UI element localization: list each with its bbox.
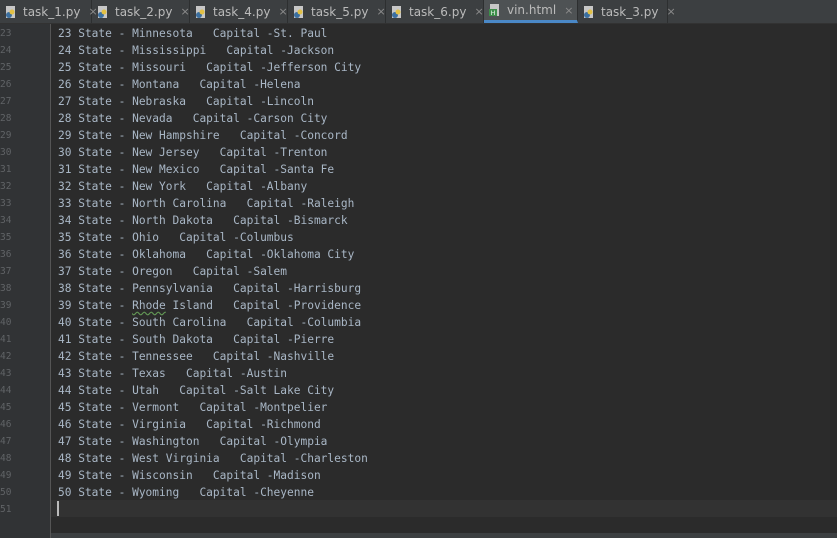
text-caret	[57, 501, 59, 516]
code-line[interactable]: 36 State - Oklahoma Capital -Oklahoma Ci…	[58, 246, 354, 263]
line-number: 43	[0, 368, 12, 379]
line-number: 44	[0, 385, 12, 396]
line-number: 45	[0, 402, 12, 413]
horizontal-scrollbar[interactable]	[51, 533, 837, 538]
line-number: 48	[0, 453, 12, 464]
code-line[interactable]: 31 State - New Mexico Capital -Santa Fe	[58, 161, 334, 178]
tab-label: task_5.py	[311, 4, 369, 19]
code-line[interactable]: 45 State - Vermont Capital -Montpelier	[58, 399, 327, 416]
python-file-icon	[98, 5, 107, 18]
tab-task-5-py[interactable]: task_5.py ×	[288, 0, 386, 23]
python-file-icon	[392, 5, 401, 18]
code-line[interactable]: 28 State - Nevada Capital -Carson City	[58, 110, 327, 127]
line-number: 47	[0, 436, 12, 447]
close-icon[interactable]: ×	[278, 5, 287, 18]
svg-text:H: H	[491, 10, 496, 17]
code-line[interactable]: 27 State - Nebraska Capital -Lincoln	[58, 93, 314, 110]
code-line[interactable]: 39 State - Rhode Island Capital -Provide…	[58, 297, 361, 314]
code-line[interactable]: 49 State - Wisconsin Capital -Madison	[58, 467, 321, 484]
line-number: 32	[0, 181, 12, 192]
html-file-icon: H	[489, 4, 499, 17]
line-number: 28	[0, 113, 12, 124]
line-number: 30	[0, 147, 12, 158]
line-number: 51	[0, 504, 12, 515]
code-line[interactable]: 40 State - South Carolina Capital -Colum…	[58, 314, 361, 331]
tab-label: task_4.py	[213, 4, 271, 19]
line-number: 25	[0, 62, 12, 73]
python-file-icon	[294, 5, 303, 18]
spellcheck-underline: Rhode	[132, 299, 166, 312]
line-number: 29	[0, 130, 12, 141]
python-file-icon	[6, 5, 15, 18]
code-line[interactable]: 44 State - Utah Capital -Salt Lake City	[58, 382, 334, 399]
code-line[interactable]: 34 State - North Dakota Capital -Bismarc…	[58, 212, 348, 229]
line-number: 37	[0, 266, 12, 277]
code-line[interactable]: 25 State - Missouri Capital -Jefferson C…	[58, 59, 361, 76]
tab-label: task_2.py	[115, 4, 173, 19]
tab-task-1-py[interactable]: task_1.py ×	[0, 0, 98, 23]
line-number: 34	[0, 215, 12, 226]
line-number: 26	[0, 79, 12, 90]
code-line[interactable]: 42 State - Tennessee Capital -Nashville	[58, 348, 334, 365]
code-line[interactable]: 35 State - Ohio Capital -Columbus	[58, 229, 294, 246]
code-line[interactable]: 33 State - North Carolina Capital -Ralei…	[58, 195, 354, 212]
code-line[interactable]: 41 State - South Dakota Capital -Pierre	[58, 331, 334, 348]
close-icon[interactable]: ×	[474, 5, 483, 18]
tab-label: task_3.py	[601, 4, 659, 19]
code-line[interactable]: 47 State - Washington Capital -Olympia	[58, 433, 327, 450]
line-number: 49	[0, 470, 12, 481]
line-number: 35	[0, 232, 12, 243]
code-line[interactable]: 37 State - Oregon Capital -Salem	[58, 263, 287, 280]
line-number: 50	[0, 487, 12, 498]
line-number: 41	[0, 334, 12, 345]
tab-label: vin.html	[507, 3, 557, 17]
code-line[interactable]: 26 State - Montana Capital -Helena	[58, 76, 300, 93]
close-icon[interactable]: ×	[376, 5, 385, 18]
python-file-icon	[584, 5, 593, 18]
code-line[interactable]: 30 State - New Jersey Capital -Trenton	[58, 144, 327, 161]
code-line[interactable]: 50 State - Wyoming Capital -Cheyenne	[58, 484, 314, 501]
code-line[interactable]: 48 State - West Virginia Capital -Charle…	[58, 450, 368, 467]
tab-task-2-py[interactable]: task_2.py ×	[92, 0, 190, 23]
code-line[interactable]: 43 State - Texas Capital -Austin	[58, 365, 287, 382]
code-line[interactable]: 23 State - Minnesota Capital -St. Paul	[58, 25, 327, 42]
editor-tab-bar: task_1.py × task_2.py × task_4.py × task_5.py ×…	[0, 0, 837, 24]
tab-task-4-py[interactable]: task_4.py ×	[190, 0, 288, 23]
close-icon[interactable]: ×	[666, 5, 675, 18]
line-number: 42	[0, 351, 12, 362]
line-number: 40	[0, 317, 12, 328]
close-icon[interactable]: ×	[180, 5, 189, 18]
line-number: 39	[0, 300, 12, 311]
close-icon[interactable]: ×	[564, 4, 573, 17]
line-number: 46	[0, 419, 12, 430]
line-number: 31	[0, 164, 12, 175]
code-line[interactable]: 46 State - Virginia Capital -Richmond	[58, 416, 321, 433]
line-number: 33	[0, 198, 12, 209]
line-number: 27	[0, 96, 12, 107]
tab-vin-html[interactable]: Hvin.html ×	[484, 0, 578, 23]
code-editor[interactable]: 23 State - Minnesota Capital -St. Paul 24…	[51, 24, 837, 538]
line-number: 38	[0, 283, 12, 294]
code-line[interactable]: 38 State - Pennsylvania Capital -Harrisb…	[58, 280, 361, 297]
code-line[interactable]: 24 State - Mississippi Capital -Jackson	[58, 42, 334, 59]
tab-task-6-py[interactable]: task_6.py ×	[386, 0, 484, 23]
code-line[interactable]: 32 State - New York Capital -Albany	[58, 178, 307, 195]
current-line-highlight	[51, 500, 837, 517]
tab-task-3-py[interactable]: task_3.py ×	[578, 0, 676, 23]
line-number: 24	[0, 45, 12, 56]
line-number-gutter: 23 24 25 26 27 28 29 30 31 32 33 34 35 36 37 38 39 40 41 42…	[0, 24, 51, 538]
tab-label: task_1.py	[23, 4, 81, 19]
python-file-icon	[196, 5, 205, 18]
line-number: 36	[0, 249, 12, 260]
code-line[interactable]: 29 State - New Hampshire Capital -Concor…	[58, 127, 348, 144]
line-number: 23	[0, 28, 12, 39]
tab-label: task_6.py	[409, 4, 467, 19]
